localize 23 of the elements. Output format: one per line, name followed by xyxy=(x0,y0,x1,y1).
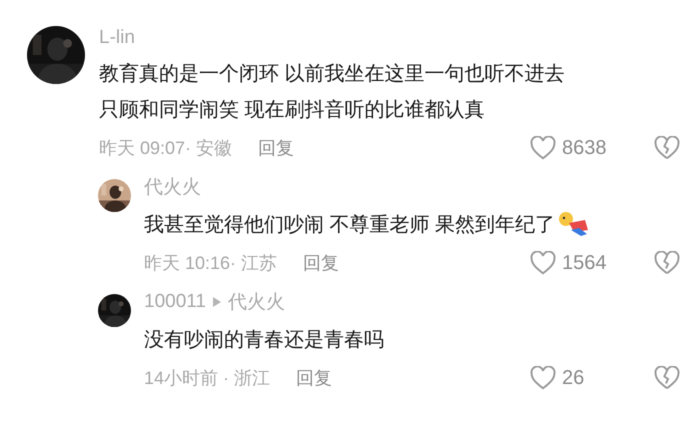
comment-text: 我甚至觉得他们吵闹 不尊重老师 果然到年纪了 xyxy=(144,213,556,238)
username[interactable]: L-lin xyxy=(99,27,135,49)
broken-heart-icon[interactable] xyxy=(654,136,680,160)
username[interactable]: 代火火 xyxy=(228,289,285,315)
username[interactable]: 100011 xyxy=(144,291,206,313)
timestamp: 14小时前 · 浙江 xyxy=(144,367,270,390)
comment-text: 没有吵闹的青春还是青春吗 xyxy=(144,328,384,353)
like-count: 8638 xyxy=(562,136,608,160)
timestamp: 昨天 09:07· 安徽 xyxy=(99,137,232,160)
username[interactable]: 代火火 xyxy=(144,174,201,200)
timestamp: 昨天 10:16· 江苏 xyxy=(144,252,278,275)
like-count: 26 xyxy=(562,366,586,390)
heart-icon[interactable] xyxy=(530,136,556,160)
comment-text: 教育真的是一个闭环 以前我坐在这里一句也听不进去只顾和同学闹笑 现在刷抖音听的比谁都认真 xyxy=(99,62,566,123)
heart-icon[interactable] xyxy=(530,251,556,275)
like-count: 1564 xyxy=(562,252,608,274)
reply-button[interactable]: 回复 xyxy=(258,136,294,160)
heart-icon[interactable] xyxy=(530,366,556,390)
reply-button[interactable]: 回复 xyxy=(296,366,332,390)
reply-button[interactable]: 回复 xyxy=(303,251,340,275)
broken-heart-icon[interactable] xyxy=(654,251,680,275)
broken-heart-icon[interactable] xyxy=(654,366,680,390)
play-icon xyxy=(212,296,222,308)
